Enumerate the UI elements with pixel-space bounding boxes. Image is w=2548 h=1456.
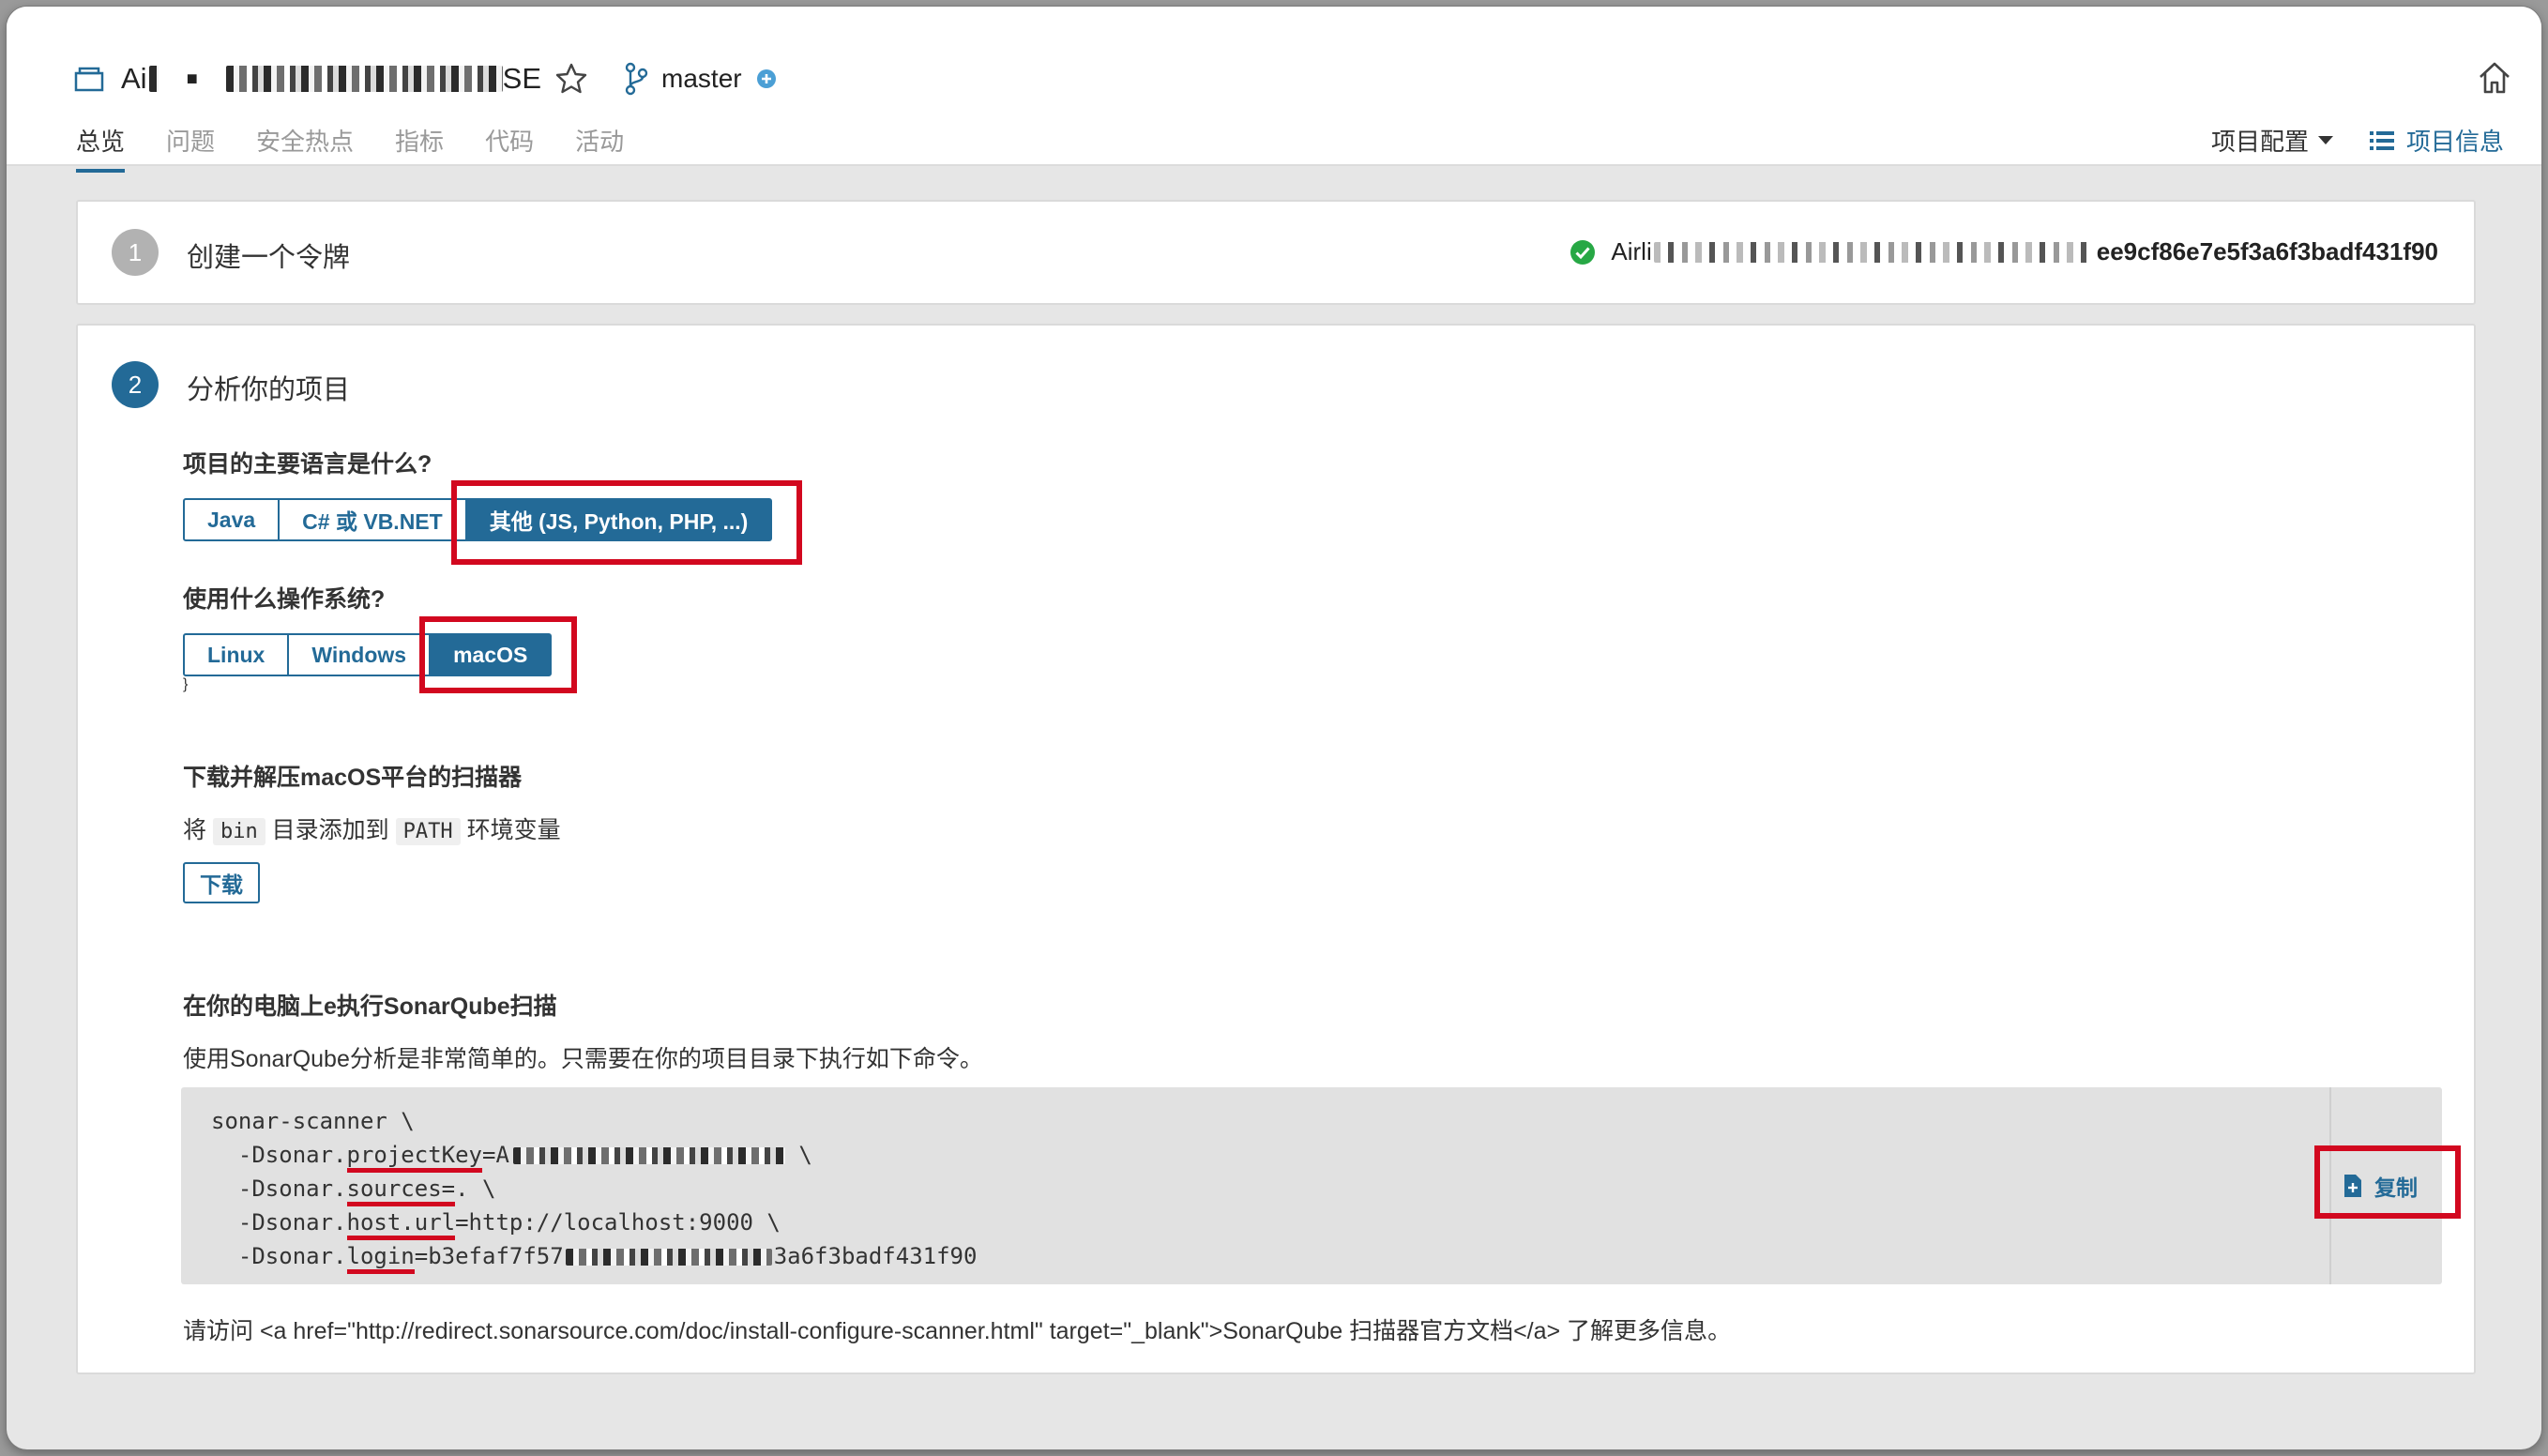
tab-security-hotspots[interactable]: 安全热点 xyxy=(256,123,354,173)
step-number: 2 xyxy=(112,361,159,408)
token-masked xyxy=(1653,241,2095,263)
copy-button[interactable]: 复制 xyxy=(2343,1170,2418,1202)
branch-icon xyxy=(625,62,648,96)
command-code-block: sonar-scanner \ -Dsonar.projectKey=A \ -… xyxy=(181,1087,2442,1284)
project-name-suffix[interactable]: SE xyxy=(503,62,541,96)
token-suffix: ee9cf86e7e5f3a6f3badf431f90 xyxy=(2096,237,2438,265)
tab-code[interactable]: 代码 xyxy=(485,123,534,173)
tab-measures[interactable]: 指标 xyxy=(395,123,444,173)
tab-issues[interactable]: 问题 xyxy=(166,123,215,173)
project-name-masked xyxy=(148,66,159,92)
nav-right: 项目配置 项目信息 xyxy=(2211,123,2504,158)
download-button[interactable]: 下载 xyxy=(183,862,260,903)
execute-heading: 在你的电脑上e执行SonarQube扫描 xyxy=(183,993,557,1020)
project-info-link[interactable]: 项目信息 xyxy=(2369,123,2504,158)
code-text: =A xyxy=(482,1142,509,1168)
language-java-button[interactable]: Java xyxy=(183,498,281,541)
os-windows-button[interactable]: Windows xyxy=(287,633,432,676)
code-line: -Dsonar.host.url=http://localhost:9000 \ xyxy=(211,1206,977,1240)
project-config-dropdown[interactable]: 项目配置 xyxy=(2211,123,2333,158)
list-icon xyxy=(2369,130,2394,150)
scanner-docs-note: 请访问 <a href="http://redirect.sonarsource… xyxy=(183,1318,1732,1344)
os-question: 使用什么操作系统? xyxy=(183,586,386,613)
os-linux-button[interactable]: Linux xyxy=(183,633,290,676)
code-text: -Dsonar. xyxy=(211,1209,347,1236)
language-other-button[interactable]: 其他 (JS, Python, PHP, ...) xyxy=(464,498,773,541)
language-section: 项目的主要语言是什么? Java C# 或 VB.NET 其他 (JS, Pyt… xyxy=(183,446,773,541)
project-info-label: 项目信息 xyxy=(2405,128,2504,156)
branch-name[interactable]: master xyxy=(661,64,742,94)
check-circle-icon xyxy=(1570,239,1596,265)
project-config-label: 项目配置 xyxy=(2210,128,2309,156)
plus-circle-icon[interactable] xyxy=(755,68,778,90)
code-line: -Dsonar.sources=. \ xyxy=(211,1172,977,1206)
tab-activity[interactable]: 活动 xyxy=(575,123,624,173)
caret-down-icon xyxy=(2317,136,2333,144)
code-text: -Dsonar. xyxy=(211,1243,347,1269)
language-csharp-button[interactable]: C# 或 VB.NET xyxy=(278,498,467,541)
tab-overview[interactable]: 总览 xyxy=(76,123,126,173)
code-line: sonar-scanner \ xyxy=(211,1104,977,1138)
code-text: \ xyxy=(784,1142,812,1168)
execute-section: 在你的电脑上e执行SonarQube扫描 使用SonarQube分析是非常简单的… xyxy=(183,988,983,1074)
star-icon[interactable] xyxy=(554,62,588,96)
step-number: 1 xyxy=(112,229,159,276)
project-name-bullet: ■ xyxy=(186,68,198,89)
main-nav: 总览 问题 安全热点 指标 代码 活动 xyxy=(76,123,665,173)
download-section: 下载并解压macOS平台的扫描器 将 bin 目录添加到 PATH 环境变量 下… xyxy=(183,759,561,903)
path-instruction: 将 bin 目录添加到 PATH 环境变量 xyxy=(183,811,561,845)
path-text: 环境变量 xyxy=(466,817,561,843)
code-key-underlined: projectKey xyxy=(346,1142,482,1173)
code-text: sonar-scanner \ xyxy=(211,1108,415,1134)
path-text: 将 xyxy=(183,817,207,843)
code-divider xyxy=(2329,1087,2331,1284)
project-icon xyxy=(74,67,104,92)
home-icon[interactable] xyxy=(2476,59,2513,97)
step-title: 分析你的项目 xyxy=(187,375,351,405)
code-text: =b3efaf7f57 xyxy=(414,1243,564,1269)
command-text[interactable]: sonar-scanner \ -Dsonar.projectKey=A \ -… xyxy=(211,1104,978,1274)
page-header: Ai ■ SE master 总览 问题 安全热点 指标 代码 活动 项目配置 … xyxy=(7,7,2541,173)
os-section: 使用什么操作系统? Linux Windows macOS } xyxy=(183,581,553,693)
browser-window: Ai ■ SE master 总览 问题 安全热点 指标 代码 活动 项目配置 … xyxy=(7,7,2541,1449)
token-status: Airli ee9cf86e7e5f3a6f3badf431f90 xyxy=(1570,237,2438,266)
bin-code: bin xyxy=(212,818,265,845)
code-key-underlined: sources= xyxy=(346,1175,456,1206)
language-button-group: Java C# 或 VB.NET 其他 (JS, Python, PHP, ..… xyxy=(183,498,773,541)
code-text: 3a6f3badf431f90 xyxy=(773,1243,978,1269)
code-text: =http://localhost:9000 \ xyxy=(455,1209,781,1236)
execute-description: 使用SonarQube分析是非常简单的。只需要在你的项目目录下执行如下命令。 xyxy=(183,1046,983,1072)
step-title: 创建一个令牌 xyxy=(187,243,351,273)
project-name-masked xyxy=(225,66,503,92)
code-key-underlined: login xyxy=(346,1243,415,1274)
code-key-underlined: host.url xyxy=(346,1209,456,1240)
code-text: -Dsonar. xyxy=(211,1175,347,1202)
token-prefix: Airli xyxy=(1611,237,1652,265)
code-line: -Dsonar.projectKey=A \ xyxy=(211,1138,977,1173)
step-create-token: 1 创建一个令牌 Airli ee9cf86e7e5f3a6f3badf431f… xyxy=(76,200,2476,305)
step-analyze-project: 2 分析你的项目 项目的主要语言是什么? Java C# 或 VB.NET 其他… xyxy=(76,324,2476,1374)
os-button-group: Linux Windows macOS xyxy=(183,633,553,676)
code-masked xyxy=(565,1249,772,1266)
project-name-prefix[interactable]: Ai xyxy=(121,62,147,96)
os-macos-button[interactable]: macOS xyxy=(429,633,553,676)
path-text: 目录添加到 xyxy=(271,817,389,843)
code-masked xyxy=(512,1147,785,1164)
language-question: 项目的主要语言是什么? xyxy=(183,451,432,478)
code-text: -Dsonar. xyxy=(211,1142,347,1168)
copy-label: 复制 xyxy=(2374,1175,2418,1200)
project-title-row: Ai ■ SE master xyxy=(74,55,778,102)
code-text: . \ xyxy=(455,1175,496,1202)
code-line: -Dsonar.login=b3efaf7f57 3a6f3badf431f90 xyxy=(211,1239,978,1274)
path-code: PATH xyxy=(395,818,461,845)
copy-icon xyxy=(2344,1175,2361,1197)
download-heading: 下载并解压macOS平台的扫描器 xyxy=(183,765,523,791)
